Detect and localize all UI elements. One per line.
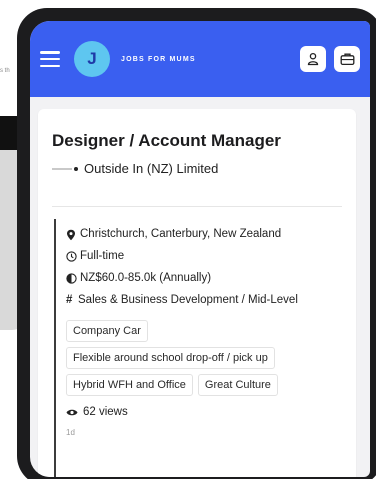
jobs-button[interactable] [334, 46, 360, 72]
clock-icon [66, 249, 80, 264]
job-type-text: Full-time [80, 250, 125, 262]
views-count: 62 views [83, 406, 128, 418]
menu-icon[interactable] [40, 51, 60, 67]
salary-row: NZ$60.0-85.0k (Annually) [66, 271, 344, 286]
divider [52, 206, 342, 207]
logo-badge[interactable]: J [74, 41, 110, 77]
job-type-row: Full-time [66, 249, 344, 264]
company-name: Outside In (NZ) Limited [84, 161, 219, 176]
location-row: Christchurch, Canterbury, New Zealand [66, 227, 344, 242]
brand-name[interactable]: JOBS FOR MUMS [121, 56, 196, 63]
bullet-icon [74, 166, 78, 171]
hashtag-icon: # [66, 294, 73, 306]
tag-hybrid-wfh[interactable]: Hybrid WFH and Office [66, 374, 193, 396]
views-row: 62 views [66, 406, 344, 418]
header-actions [300, 46, 360, 72]
category-text: Sales & Business Development / Mid-Level [78, 294, 298, 306]
tablet-frame: J JOBS FOR MUMS Designer / Account Manag… [17, 8, 376, 479]
tag-company-car[interactable]: Company Car [66, 320, 148, 342]
job-title[interactable]: Designer / Account Manager [52, 131, 281, 151]
job-details: Christchurch, Canterbury, New Zealand Fu… [54, 219, 344, 477]
company-logo-placeholder [52, 167, 72, 170]
job-card[interactable]: Designer / Account Manager Outside In (N… [38, 109, 356, 477]
background-text: s th [0, 68, 10, 74]
posted-age: 1d [66, 428, 75, 437]
tag-flexible-school[interactable]: Flexible around school drop-off / pick u… [66, 347, 275, 369]
account-button[interactable] [300, 46, 326, 72]
tablet-screen: J JOBS FOR MUMS Designer / Account Manag… [30, 21, 370, 477]
company-name-row[interactable]: Outside In (NZ) Limited [52, 161, 218, 176]
user-icon [307, 52, 319, 66]
briefcase-icon [340, 53, 354, 66]
money-icon [66, 271, 80, 286]
eye-icon [66, 408, 78, 417]
top-navigation-bar: J JOBS FOR MUMS [30, 21, 370, 97]
category-row: # Sales & Business Development / Mid-Lev… [66, 293, 344, 308]
location-text: Christchurch, Canterbury, New Zealand [80, 228, 282, 240]
tag-great-culture[interactable]: Great Culture [197, 374, 278, 396]
location-pin-icon [66, 227, 80, 242]
salary-text: NZ$60.0-85.0k (Annually) [80, 272, 212, 284]
benefit-tags: Company Car Flexible around school drop-… [66, 320, 344, 396]
